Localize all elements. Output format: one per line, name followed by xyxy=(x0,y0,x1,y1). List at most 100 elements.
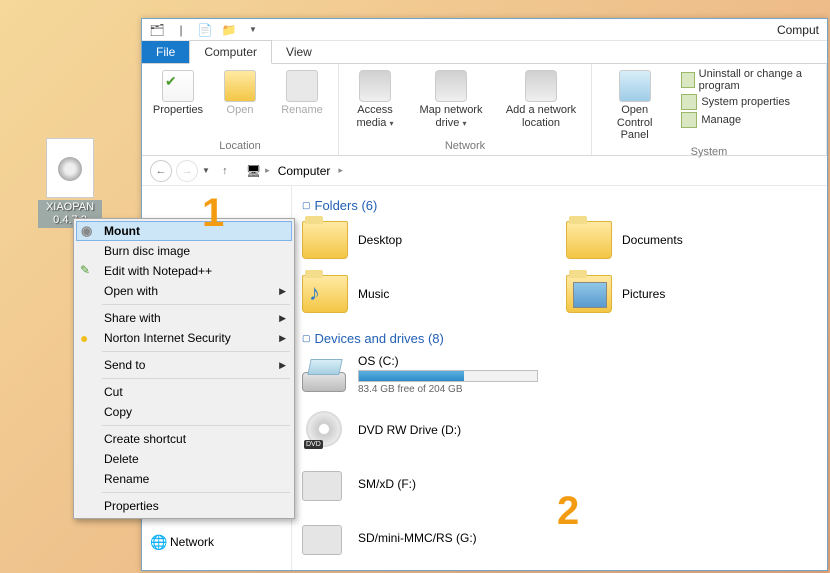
access-media-button[interactable]: Access media ▾ xyxy=(347,68,403,131)
ctx-create-shortcut[interactable]: Create shortcut xyxy=(76,429,292,449)
uninstall-link[interactable]: Uninstall or change a program xyxy=(681,68,818,92)
collapse-icon: ▢ xyxy=(302,333,311,344)
open-control-panel-button[interactable]: Open Control Panel xyxy=(600,68,669,144)
drive-label: DVD RW Drive (D:) xyxy=(358,423,582,437)
folder-label: Documents xyxy=(622,233,683,247)
drives-grid: OS (C:) 83.4 GB free of 204 GB DVD DVD RW D… xyxy=(302,354,817,570)
ribbon-tabs: File Computer View xyxy=(142,41,827,64)
ctx-norton[interactable]: Norton Internet Security▶ xyxy=(76,328,292,348)
folder-label: Desktop xyxy=(358,233,402,247)
qat-newfolder-icon[interactable]: 📁 xyxy=(220,22,238,38)
disc-icon xyxy=(81,223,97,239)
ctx-properties[interactable]: Properties xyxy=(76,496,292,516)
folder-item[interactable]: Pictures xyxy=(566,275,806,313)
submenu-arrow-icon: ▶ xyxy=(279,286,286,297)
manage-link[interactable]: Manage xyxy=(681,112,818,128)
capacity-bar xyxy=(358,370,538,382)
folder-item[interactable]: Documents xyxy=(566,221,806,259)
folder-label: Pictures xyxy=(622,287,665,301)
dvd-icon: DVD xyxy=(302,411,348,449)
breadcrumb: 🖥 ▸ Computer ▸ xyxy=(246,162,343,180)
collapse-icon: ▢ xyxy=(302,200,311,211)
ribbon-group-network: Access media ▾ Map network drive ▾ Add a… xyxy=(339,64,592,155)
chevron-right-icon[interactable]: ▸ xyxy=(338,165,343,176)
folder-icon xyxy=(302,221,348,259)
system-links: Uninstall or change a program System pro… xyxy=(675,68,818,128)
add-network-location-button[interactable]: Add a network location xyxy=(499,68,583,131)
ctx-open-with[interactable]: Open with▶ xyxy=(76,281,292,301)
forward-button[interactable]: → xyxy=(176,160,198,182)
quick-access-toolbar: 🗂 | 📄 📁 ▼ Comput xyxy=(142,19,827,41)
ctx-separator xyxy=(102,304,290,305)
drive-item[interactable]: SM/xD (F:) xyxy=(302,465,582,503)
network-icon xyxy=(150,534,166,550)
app-icon: 🗂 xyxy=(148,22,166,38)
history-dropdown-icon[interactable]: ▼ xyxy=(202,166,210,175)
ctx-mount[interactable]: Mount xyxy=(76,221,292,241)
tree-item-network[interactable]: Network xyxy=(146,532,287,552)
drive-label: OS (C:) xyxy=(358,354,582,368)
folder-icon xyxy=(302,275,348,313)
up-button[interactable]: ↑ xyxy=(214,160,236,182)
drive-free-text: 83.4 GB free of 204 GB xyxy=(358,384,582,395)
uninstall-icon xyxy=(681,72,694,88)
qat-dropdown-icon[interactable]: ▼ xyxy=(244,22,262,38)
window-title: Comput xyxy=(777,23,819,37)
tab-computer[interactable]: Computer xyxy=(189,40,272,64)
ctx-send-to[interactable]: Send to▶ xyxy=(76,355,292,375)
desktop-file-icon[interactable]: XIAOPAN 0.4.7.2 xyxy=(38,138,102,228)
back-button[interactable]: ← xyxy=(150,160,172,182)
ctx-cut[interactable]: Cut xyxy=(76,382,292,402)
hdd-icon xyxy=(302,356,348,394)
drives-section-header[interactable]: ▢Devices and drives (8) xyxy=(302,331,817,346)
tab-file[interactable]: File xyxy=(142,41,189,63)
ctx-burn[interactable]: Burn disc image xyxy=(76,241,292,261)
drive-label: SD/mini-MMC/RS (G:) xyxy=(358,531,582,545)
group-label-location: Location xyxy=(150,138,330,155)
ctx-separator xyxy=(102,425,290,426)
computer-path-icon: 🖥 xyxy=(246,164,261,178)
content-pane: ▢Folders (6) Desktop Documents Music Pictur… xyxy=(292,186,827,570)
drive-item[interactable]: OS (C:) 83.4 GB free of 204 GB xyxy=(302,354,582,395)
drive-unknown-icon xyxy=(302,465,348,503)
access-media-icon xyxy=(359,70,391,102)
submenu-arrow-icon: ▶ xyxy=(279,313,286,324)
ctx-copy[interactable]: Copy xyxy=(76,402,292,422)
folder-item[interactable]: Desktop xyxy=(302,221,542,259)
qat-properties-icon[interactable]: 📄 xyxy=(196,22,214,38)
iso-file-icon xyxy=(46,138,94,198)
ribbon: Properties Open Rename Location Access m… xyxy=(142,64,827,156)
folder-icon xyxy=(566,275,612,313)
submenu-arrow-icon: ▶ xyxy=(279,333,286,344)
system-properties-link[interactable]: System properties xyxy=(681,94,818,110)
drive-item[interactable]: SD/mini-MMC/RS (G:) xyxy=(302,519,582,557)
folder-item[interactable]: Music xyxy=(302,275,542,313)
manage-icon xyxy=(681,112,697,128)
context-menu: Mount Burn disc image Edit with Notepad+… xyxy=(73,218,295,519)
ctx-delete[interactable]: Delete xyxy=(76,449,292,469)
control-panel-icon xyxy=(619,70,651,102)
ctx-rename[interactable]: Rename xyxy=(76,469,292,489)
tab-view[interactable]: View xyxy=(272,41,326,63)
submenu-arrow-icon: ▶ xyxy=(279,360,286,371)
ctx-separator xyxy=(102,492,290,493)
drive-item[interactable]: DVD DVD RW Drive (D:) xyxy=(302,411,582,449)
add-location-icon xyxy=(525,70,557,102)
map-network-drive-button[interactable]: Map network drive ▾ xyxy=(409,68,493,131)
folders-section-header[interactable]: ▢Folders (6) xyxy=(302,198,817,213)
ctx-edit-notepad[interactable]: Edit with Notepad++ xyxy=(76,261,292,281)
open-button[interactable]: Open xyxy=(212,68,268,119)
notepad-icon xyxy=(80,263,96,279)
folder-label: Music xyxy=(358,287,389,301)
crumb-computer[interactable]: Computer xyxy=(274,162,335,180)
drive-unknown-icon xyxy=(302,519,348,557)
rename-button[interactable]: Rename xyxy=(274,68,330,119)
rename-icon xyxy=(286,70,318,102)
ctx-share-with[interactable]: Share with▶ xyxy=(76,308,292,328)
address-bar: ← → ▼ ↑ 🖥 ▸ Computer ▸ xyxy=(142,156,827,186)
folders-grid: Desktop Documents Music Pictures xyxy=(302,221,817,313)
properties-icon xyxy=(162,70,194,102)
properties-button[interactable]: Properties xyxy=(150,68,206,119)
folder-icon xyxy=(566,221,612,259)
chevron-right-icon[interactable]: ▸ xyxy=(265,165,270,176)
